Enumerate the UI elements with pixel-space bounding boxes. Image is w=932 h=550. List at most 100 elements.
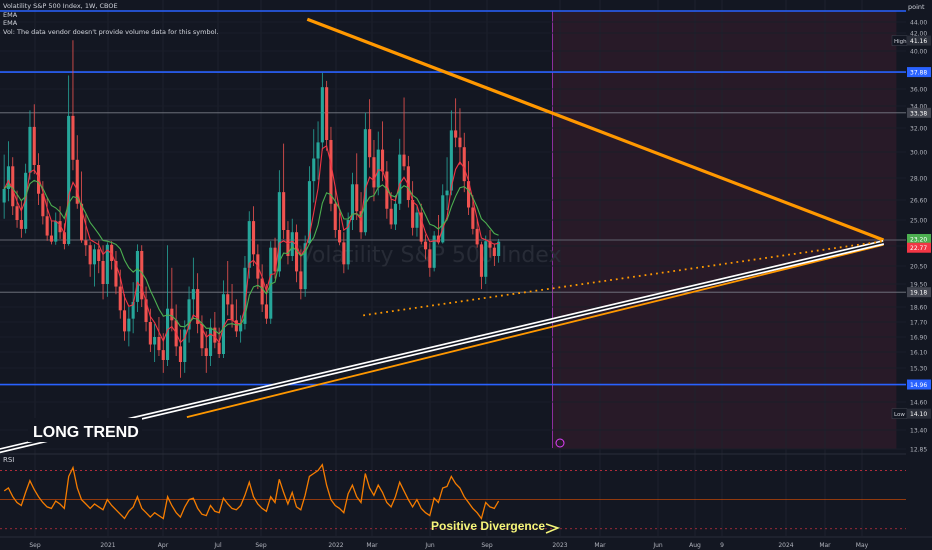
extreme-tag-value: 14.10	[910, 411, 927, 418]
price-axis-tick: 12.85	[910, 447, 927, 454]
candle[interactable]	[140, 245, 144, 307]
price-axis-tick: 26.60	[910, 198, 927, 205]
candle-body	[428, 249, 432, 268]
candle[interactable]	[269, 241, 273, 324]
time-axis-tick: 2022	[328, 542, 343, 549]
current-price-tag: 22.77	[910, 245, 927, 252]
price-axis-tick: 16.10	[910, 350, 927, 357]
candle-body	[458, 137, 462, 148]
symbol-title[interactable]: Volatility S&P 500 Index, 1W, CBOE	[3, 2, 118, 10]
candle-body	[28, 126, 32, 173]
time-axis-tick: Mar	[366, 542, 378, 549]
candle[interactable]	[346, 212, 350, 270]
candle-body	[2, 189, 6, 203]
candle-body	[209, 327, 213, 356]
candle-body	[299, 271, 303, 290]
candle-body	[123, 310, 127, 332]
candle-body	[84, 240, 88, 246]
time-axis-tick: May	[856, 542, 869, 549]
candle-body	[204, 348, 208, 356]
price-level-tag: 19.18	[910, 290, 927, 297]
price-axis-tick: 18.60	[910, 305, 927, 312]
extreme-tag-label: Low	[894, 412, 905, 418]
time-axis-tick: 2023	[552, 542, 567, 549]
candle-body	[97, 249, 101, 261]
candle-body	[264, 304, 268, 319]
time-axis-tick: Sep	[255, 542, 267, 549]
candle-body	[49, 235, 53, 242]
candle-body	[424, 241, 428, 250]
candle-body	[161, 350, 165, 360]
candle-body	[101, 261, 105, 284]
price-level-tag: 14.96	[910, 382, 927, 389]
candle-body	[402, 154, 406, 167]
candle-body	[153, 337, 157, 345]
candle-body	[381, 149, 385, 172]
candle-body	[445, 190, 449, 196]
time-axis-tick: Aug	[689, 542, 701, 549]
candle-body	[411, 200, 415, 228]
long-trend-label: LONG TREND	[33, 424, 139, 441]
candle-body	[252, 221, 256, 255]
candle-body	[333, 203, 337, 230]
time-axis-tick: Apr	[158, 542, 169, 549]
candle-body	[157, 337, 161, 351]
price-axis-tick: 28.00	[910, 176, 927, 183]
candle-body	[118, 286, 122, 311]
ema-legend-1[interactable]: EMA	[3, 11, 17, 19]
positive-divergence-label: Positive Divergence	[431, 519, 545, 533]
candle-body	[398, 154, 402, 204]
time-axis-tick: Mar	[594, 542, 606, 549]
candle-body	[325, 87, 329, 140]
candle-body	[127, 318, 131, 332]
candle-body	[441, 195, 445, 243]
candle-body	[484, 241, 488, 277]
ema-legend-2[interactable]: EMA	[3, 19, 17, 27]
candle-body	[462, 147, 466, 182]
candle[interactable]	[135, 244, 139, 312]
candle-body	[342, 242, 346, 265]
price-level-tag: 33.38	[910, 110, 927, 117]
candle[interactable]	[484, 235, 488, 284]
candle-body	[226, 294, 230, 305]
candle-body	[282, 192, 286, 230]
candle-body	[54, 221, 58, 242]
candle-body	[393, 203, 397, 225]
candle-body	[316, 142, 320, 159]
time-axis-tick: 2021	[100, 542, 115, 549]
candle-body	[492, 247, 496, 256]
price-axis-tick: 32.00	[910, 126, 927, 133]
price-axis-tick: 15.30	[910, 366, 927, 373]
candle-body	[368, 129, 372, 158]
candle-body	[148, 322, 152, 345]
time-axis-tick: Jun	[652, 542, 663, 549]
candle-body	[230, 304, 234, 321]
candle-body	[372, 157, 376, 188]
candle-body	[67, 115, 71, 245]
price-axis-bg	[906, 0, 932, 550]
candle-body	[312, 158, 316, 182]
candle[interactable]	[432, 231, 436, 272]
candle-body	[32, 126, 36, 165]
candle-body	[260, 278, 264, 305]
time-axis-tick: 9	[720, 542, 724, 549]
time-axis-tick: Sep	[29, 542, 41, 549]
candle-body	[170, 308, 174, 321]
candle[interactable]	[363, 112, 367, 236]
candle-body	[88, 245, 92, 265]
candle-body	[19, 220, 23, 229]
price-axis-tick: 16.90	[910, 335, 927, 342]
candle-body	[191, 289, 195, 300]
time-axis-tick: Jun	[424, 542, 435, 549]
candle-body	[217, 342, 221, 354]
candle-body	[92, 249, 96, 265]
candle-body	[247, 221, 251, 268]
price-axis-tick: 17.70	[910, 320, 927, 327]
price-axis-unit: point	[908, 3, 925, 11]
time-axis[interactable]: Sep 2021 Apr Jul Sep 2022 Mar Jun Sep 2023 Mar Jun A…	[0, 536, 932, 550]
candle-body	[135, 251, 139, 302]
time-axis-tick: Mar	[819, 542, 831, 549]
candle-body	[479, 244, 483, 277]
price-axis-tick: 36.00	[910, 87, 927, 94]
chart-canvas: Volatility S&P 500 Index 30.0040.0050.00…	[0, 0, 932, 550]
